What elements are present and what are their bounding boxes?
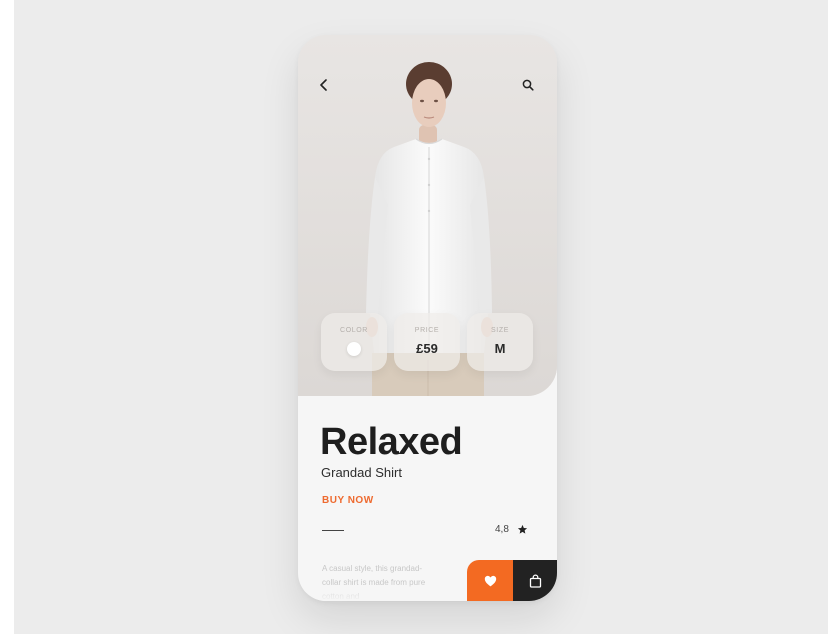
- price-label: PRICE: [414, 327, 440, 334]
- product-title: Relaxed: [320, 421, 463, 463]
- heart-icon: [484, 575, 496, 586]
- star-icon: [517, 524, 527, 534]
- rating-value: 4,8: [495, 524, 509, 535]
- product-subtitle: Grandad Shirt: [321, 465, 402, 480]
- phone-screen: COLOR PRICE £59 SIZE M Relaxed Grandad S…: [298, 35, 557, 601]
- search-icon: [522, 79, 534, 91]
- back-button[interactable]: [312, 73, 336, 97]
- description-fade: [298, 583, 467, 601]
- color-swatch[interactable]: [347, 342, 361, 356]
- price-value: £59: [416, 341, 438, 356]
- divider: [322, 530, 344, 531]
- price-card: PRICE £59: [394, 313, 460, 371]
- size-label: SIZE: [491, 327, 509, 334]
- color-label: COLOR: [340, 327, 368, 334]
- color-selector[interactable]: COLOR: [321, 313, 387, 371]
- size-selector[interactable]: SIZE M: [467, 313, 533, 371]
- favorite-button[interactable]: [467, 560, 513, 601]
- canvas-edge-left: [0, 0, 14, 634]
- size-value: M: [494, 341, 506, 356]
- chevron-left-icon: [320, 79, 327, 91]
- shopping-bag-icon: [529, 573, 541, 588]
- buy-now-link[interactable]: BUY NOW: [322, 495, 374, 506]
- add-to-bag-button[interactable]: [513, 560, 557, 601]
- product-hero: COLOR PRICE £59 SIZE M: [298, 35, 557, 396]
- search-button[interactable]: [516, 73, 540, 97]
- rating: 4,8: [495, 524, 528, 535]
- canvas-edge-right: [828, 0, 832, 634]
